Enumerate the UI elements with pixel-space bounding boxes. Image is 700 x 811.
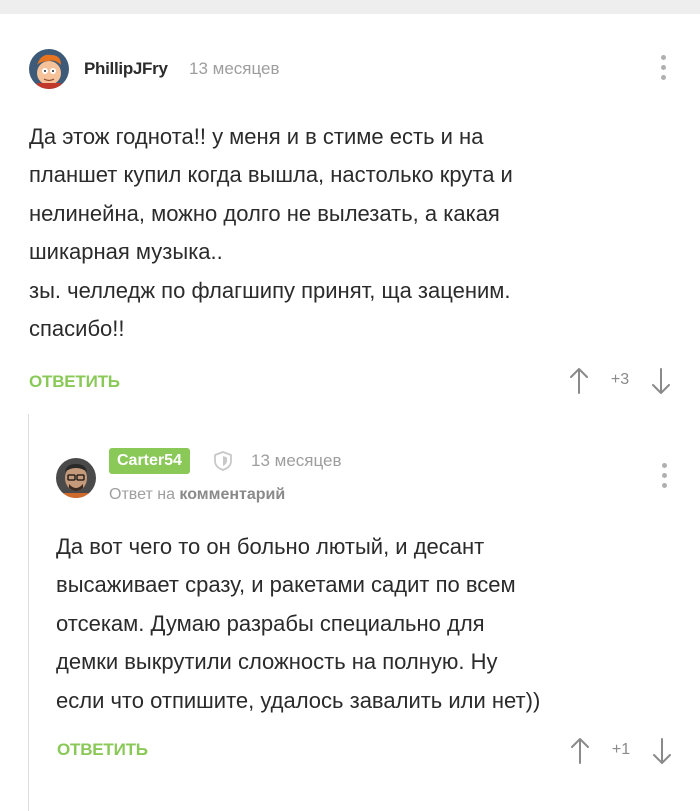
reply-target-link[interactable]: комментарий xyxy=(179,486,285,503)
avatar[interactable] xyxy=(56,458,96,498)
arrow-down-icon[interactable] xyxy=(649,736,675,766)
comment-body: Да вот чего то он больно лютый, и десант… xyxy=(56,534,541,713)
reply-comment: Carter54 13 месяцев Ответ на комментарий… xyxy=(28,414,700,811)
comment-body: Да этож годнота!! у меня и в стиме есть … xyxy=(29,124,513,342)
timestamp: 13 месяцев xyxy=(189,59,280,78)
fry-avatar-icon xyxy=(29,49,69,89)
more-vertical-icon[interactable] xyxy=(661,55,667,83)
comment: PhillipJFry 13 месяцев Да этож годнота!!… xyxy=(0,14,700,414)
shield-icon xyxy=(214,451,232,471)
reply-button[interactable]: ОТВЕТИТЬ xyxy=(57,740,148,760)
rating-count: +3 xyxy=(610,371,630,388)
arrow-up-icon[interactable] xyxy=(566,366,592,396)
reply-to-line: Ответ на комментарий xyxy=(109,486,285,504)
username-badge[interactable]: Carter54 xyxy=(109,448,190,474)
timestamp: 13 месяцев xyxy=(251,451,342,470)
rating-count: +1 xyxy=(611,741,631,758)
reply-button[interactable]: ОТВЕТИТЬ xyxy=(29,372,120,392)
gordon-avatar-icon xyxy=(56,458,96,498)
arrow-down-icon[interactable] xyxy=(648,366,674,396)
username[interactable]: PhillipJFry xyxy=(84,59,168,79)
arrow-up-icon[interactable] xyxy=(567,736,593,766)
avatar[interactable] xyxy=(29,49,69,89)
reply-prefix: Ответ на xyxy=(109,486,175,503)
top-bar xyxy=(0,0,700,14)
more-vertical-icon[interactable] xyxy=(662,463,668,491)
